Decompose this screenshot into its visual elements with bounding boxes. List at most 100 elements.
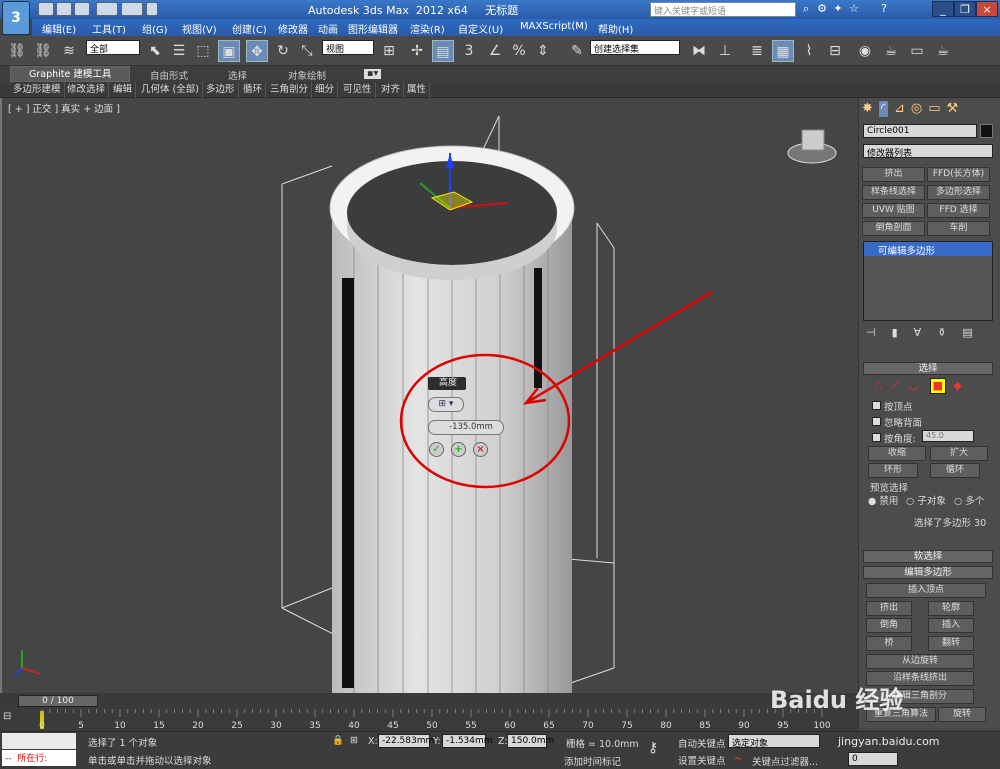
unlink-icon[interactable]: ⛓ [32, 40, 54, 62]
auto-key-button[interactable]: 自动关键点 [678, 736, 726, 750]
undo-icon[interactable] [96, 2, 118, 16]
z-coord-input[interactable]: 150.0mm [507, 734, 554, 748]
spinner-snap-icon[interactable]: ⇕ [532, 40, 554, 62]
menu-view[interactable]: 视图(V) [182, 21, 217, 36]
x-coord-input[interactable]: -22.583mm [378, 734, 434, 748]
tab-object-paint[interactable]: 对象绘制 [288, 68, 326, 82]
subscription-icon[interactable]: ⚙ [814, 2, 830, 17]
display-tab-icon[interactable]: ▭ [928, 101, 940, 117]
polygon-level-icon[interactable]: ■ [929, 378, 946, 394]
selection-filter-select[interactable]: 全部 [86, 40, 140, 55]
panel-properties[interactable]: 属性 [404, 82, 431, 98]
vertex-level-icon[interactable]: ∴ [875, 379, 882, 392]
caddy-height-input[interactable]: -135.0mm [428, 420, 504, 435]
search-icon[interactable]: ⌕ [798, 2, 814, 17]
select-object-icon[interactable]: ⬉ [144, 40, 166, 62]
object-color-swatch[interactable] [980, 124, 993, 138]
mod-bevel-profile-button[interactable]: 倒角剖面 [862, 221, 925, 236]
y-coord-input[interactable]: -1.534mm [442, 734, 493, 748]
mod-ffd-select-button[interactable]: FFD 选择 [927, 203, 990, 218]
rect-selection-icon[interactable]: ⬚ [192, 40, 214, 62]
stack-item-editable-poly[interactable]: 可编辑多边形 [864, 242, 992, 257]
material-editor-icon[interactable]: ◉ [854, 40, 876, 62]
key-icon[interactable]: ⚷ [648, 740, 658, 756]
caddy-cancel-button[interactable]: × [473, 442, 488, 457]
tab-selection[interactable]: 选择 [228, 68, 247, 82]
menu-rendering[interactable]: 渲染(R) [410, 21, 445, 36]
preview-disabled-radio[interactable]: ● 禁用 [868, 493, 898, 507]
hierarchy-tab-icon[interactable]: ⊿ [894, 101, 905, 117]
menu-create[interactable]: 创建(C) [232, 21, 267, 36]
mini-curve-editor-icon[interactable]: ⊟ [3, 711, 25, 729]
panel-edit[interactable]: 编辑 [110, 82, 137, 98]
bind-spacewarp-icon[interactable]: ≋ [58, 40, 80, 62]
select-move-icon[interactable]: ✥ [246, 40, 268, 62]
modify-tab-icon[interactable]: ◜ [878, 101, 888, 117]
pin-stack-icon[interactable]: ⊣ [866, 326, 876, 340]
time-slider-thumb[interactable]: 0 / 100 [18, 695, 98, 707]
favorites-icon[interactable]: ☆ [846, 2, 862, 17]
render-setup-icon[interactable]: ☕ [880, 40, 902, 62]
bevel-button[interactable]: 倒角 [866, 618, 912, 633]
create-tab-icon[interactable]: ✸ [862, 101, 873, 117]
configure-sets-icon[interactable]: ▤ [962, 326, 972, 340]
menu-modifiers[interactable]: 修改器 [278, 21, 308, 36]
extrude-button[interactable]: 挤出 [866, 601, 912, 616]
loop-button[interactable]: 循环 [930, 463, 980, 478]
insert-vertex-button[interactable]: 插入顶点 [866, 583, 986, 598]
redo-icon[interactable] [121, 2, 143, 16]
maxscript-listener[interactable] [2, 733, 76, 749]
rendered-frame-icon[interactable]: ▭ [906, 40, 928, 62]
menu-maxscript[interactable]: MAXScript(M) [520, 21, 588, 32]
time-slider[interactable]: 0 / 100 [0, 693, 858, 709]
hinge-from-edge-button[interactable]: 从边旋转 [866, 654, 974, 669]
border-level-icon[interactable]: ◡ [909, 379, 919, 392]
render-production-icon[interactable]: ☕ [932, 40, 954, 62]
rollout-soft-selection[interactable]: 软选择 [863, 550, 993, 563]
panel-tris[interactable]: 三角剖分 [267, 82, 313, 98]
lock-selection-icon[interactable]: 🔒 [332, 735, 344, 746]
viewport-perspective[interactable] [0, 98, 858, 693]
flip-button[interactable]: 翻转 [928, 636, 974, 651]
mod-extrude-button[interactable]: 挤出 [862, 167, 925, 182]
panel-poly-modeling[interactable]: 多边形建模 [10, 82, 65, 98]
tab-freeform[interactable]: 自由形式 [150, 68, 188, 82]
snaps-toggle-icon[interactable]: 3 [458, 40, 480, 62]
edge-level-icon[interactable]: ⟋ [892, 379, 900, 392]
by-angle-checkbox[interactable] [872, 433, 881, 442]
caddy-mode-dropdown-icon[interactable]: ⊞ ▾ [428, 397, 464, 412]
rollout-edit-polygons[interactable]: 编辑多边形 [863, 566, 993, 579]
key-filters-button[interactable]: 关键点过滤器... [752, 754, 818, 768]
ring-button[interactable]: 环形 [868, 463, 918, 478]
angle-snap-icon[interactable]: ∠ [484, 40, 506, 62]
rollout-selection[interactable]: 选择 [863, 362, 993, 375]
curve-editor-icon[interactable]: ⌇ [798, 40, 820, 62]
reference-coord-select[interactable]: 视图 [322, 40, 374, 55]
mod-ffd-box-button[interactable]: FFD(长方体) [927, 167, 990, 182]
mod-lathe-button[interactable]: 车削 [927, 221, 990, 236]
menu-customize[interactable]: 自定义(U) [458, 21, 503, 36]
align-icon[interactable]: ⊥ [714, 40, 736, 62]
select-scale-icon[interactable]: ⤡ [296, 40, 318, 62]
object-name-field[interactable]: Circle001 [863, 124, 977, 138]
outline-button[interactable]: 轮廓 [928, 601, 974, 616]
panel-modify-selection[interactable]: 修改选择 [64, 82, 110, 98]
viewport-label[interactable]: [ + ] 正交 ] 真实 + 边面 ] [8, 101, 120, 115]
panel-subdivision[interactable]: 细分 [312, 82, 339, 98]
panel-geometry[interactable]: 几何体 (全部) [138, 82, 203, 98]
show-end-result-icon[interactable]: ▮ [892, 326, 898, 340]
mod-spline-select-button[interactable]: 样条线选择 [862, 185, 925, 200]
ignore-backfacing-checkbox[interactable] [872, 417, 881, 426]
close-button[interactable]: × [976, 1, 998, 17]
caddy-ok-button[interactable]: ✓ [429, 442, 444, 457]
graphite-toggle-icon[interactable]: ▦ [772, 40, 794, 62]
quick-access-dropdown-icon[interactable] [146, 2, 158, 16]
schematic-view-icon[interactable]: ⊟ [824, 40, 846, 62]
menu-edit[interactable]: 编辑(E) [42, 21, 76, 36]
open-file-icon[interactable] [56, 2, 72, 16]
tab-graphite[interactable]: Graphite 建模工具 [10, 66, 131, 82]
select-rotate-icon[interactable]: ↻ [272, 40, 294, 62]
save-file-icon[interactable] [74, 2, 90, 16]
menu-graph-editors[interactable]: 图形编辑器 [348, 21, 398, 36]
by-vertex-checkbox[interactable] [872, 401, 881, 410]
